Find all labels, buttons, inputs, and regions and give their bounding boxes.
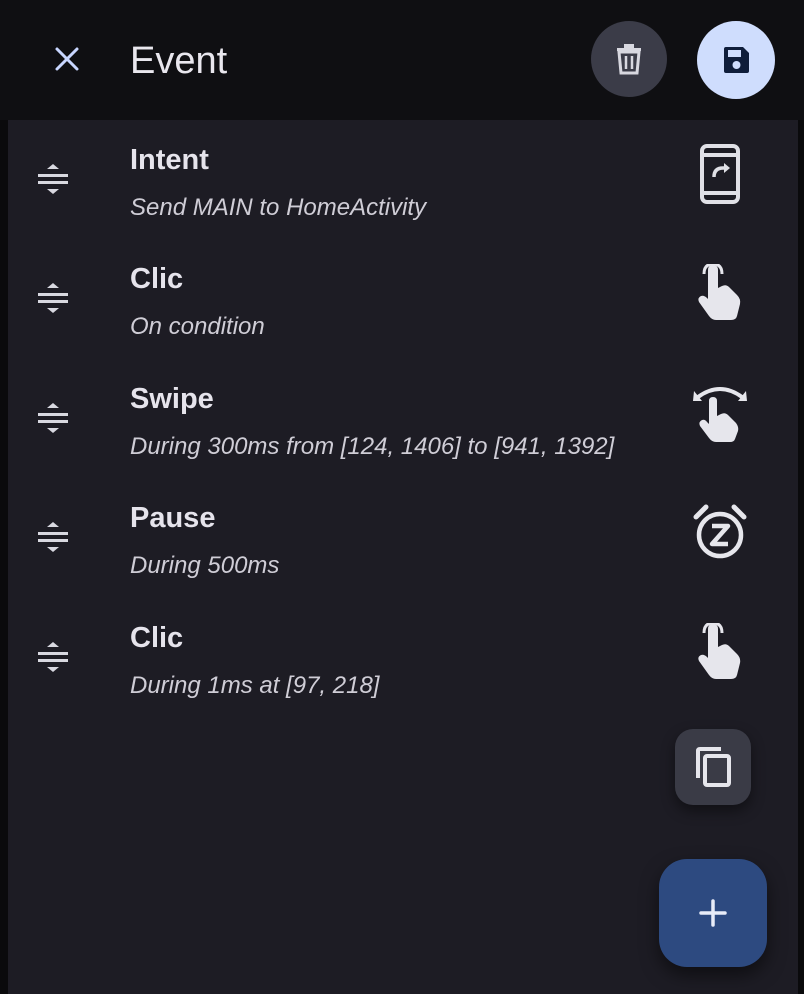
action-type-icon <box>684 377 756 449</box>
add-icon <box>699 899 727 927</box>
action-subtitle: During 300ms from [124, 1406] to [941, 1… <box>130 433 615 460</box>
action-subtitle: During 1ms at [97, 218] <box>130 672 380 699</box>
drag-handle-icon <box>38 164 68 194</box>
event-screen: Event Intent Send MAIN to HomeActivity C… <box>0 0 804 994</box>
tap-icon <box>698 623 741 679</box>
action-subtitle: During 500ms <box>130 552 280 579</box>
action-type-icon <box>684 496 756 568</box>
save-icon <box>724 47 749 73</box>
action-item-1[interactable]: Intent Send MAIN to HomeActivity <box>8 122 798 241</box>
action-title: Clic <box>130 622 184 654</box>
add-action-button[interactable] <box>659 859 767 967</box>
drag-handle[interactable] <box>34 279 72 317</box>
trash-icon <box>617 44 641 75</box>
close-icon <box>55 47 79 71</box>
drag-handle[interactable] <box>34 160 72 198</box>
action-item-5[interactable]: Clic During 1ms at [97, 218] <box>8 600 798 719</box>
swipe-icon <box>693 387 747 442</box>
drag-handle-icon <box>38 522 68 552</box>
action-type-icon <box>684 257 756 329</box>
action-subtitle: Send MAIN to HomeActivity <box>130 194 427 221</box>
intent-phone-icon <box>700 144 740 204</box>
drag-handle[interactable] <box>34 399 72 437</box>
action-title: Intent <box>130 144 209 176</box>
drag-handle-icon <box>38 403 68 433</box>
drag-handle-icon <box>38 642 68 672</box>
action-title: Swipe <box>130 383 214 415</box>
action-type-icon <box>684 616 756 688</box>
action-title: Pause <box>130 502 216 534</box>
right-edge <box>798 120 804 994</box>
drag-handle[interactable] <box>34 638 72 676</box>
drag-handle-icon <box>38 283 68 313</box>
snooze-alarm-icon <box>693 504 747 559</box>
close-button[interactable] <box>44 36 90 82</box>
copy-icon <box>696 747 731 787</box>
action-title: Clic <box>130 263 184 295</box>
drag-handle[interactable] <box>34 518 72 556</box>
action-type-icon <box>684 138 756 210</box>
top-app-bar: Event <box>0 0 804 120</box>
left-edge <box>0 120 8 994</box>
action-item-2[interactable]: Clic On condition <box>8 241 798 360</box>
save-button[interactable] <box>697 21 775 99</box>
delete-button[interactable] <box>591 21 667 97</box>
action-subtitle: On condition <box>130 313 265 340</box>
tap-icon <box>698 264 741 320</box>
action-item-3[interactable]: Swipe During 300ms from [124, 1406] to [… <box>8 361 798 480</box>
action-item-4[interactable]: Pause During 500ms <box>8 480 798 599</box>
copy-button[interactable] <box>675 729 751 805</box>
page-title: Event <box>130 40 228 82</box>
